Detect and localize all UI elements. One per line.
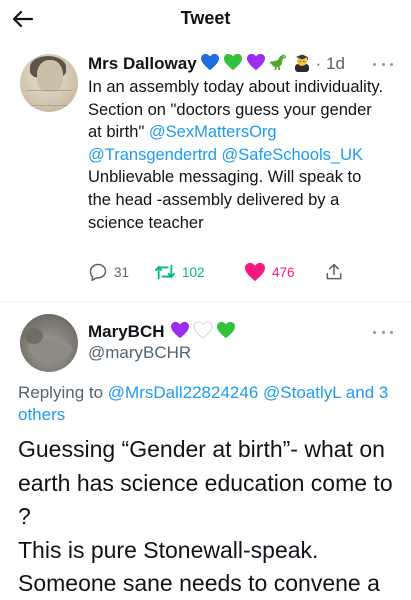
reply-author-row: MaryBCH xyxy=(88,320,236,344)
tweet-time[interactable]: · 1d xyxy=(316,54,345,74)
purple-heart-icon xyxy=(170,321,190,344)
mention-link[interactable]: @Transgendertrd xyxy=(88,146,217,164)
heart-filled-icon xyxy=(245,262,265,282)
retweet-count: 102 xyxy=(182,264,205,280)
author-handle[interactable]: @maryBCHR xyxy=(88,343,191,363)
teacher-icon xyxy=(292,52,312,77)
avatar[interactable] xyxy=(20,314,78,372)
reply-text-line: Guessing “Gender at birth”- what on eart… xyxy=(18,436,393,529)
top-bar: Tweet xyxy=(0,0,411,40)
retweet-button[interactable]: 102 xyxy=(154,262,205,282)
retweet-icon xyxy=(155,264,175,280)
author-name[interactable]: MaryBCH xyxy=(88,322,165,342)
mention-link[interactable]: @SafeSchools_UK xyxy=(222,146,364,164)
reply-count: 31 xyxy=(114,264,130,280)
share-button[interactable] xyxy=(324,262,344,282)
author-name[interactable]: Mrs Dalloway xyxy=(88,54,197,74)
reply-icon xyxy=(89,263,107,282)
share-icon xyxy=(326,263,342,280)
tweet-text: In an assembly today about individuality… xyxy=(88,78,384,232)
reply-text: Guessing “Gender at birth”- what on eart… xyxy=(18,433,403,600)
dinosaur-icon xyxy=(269,52,289,77)
mention-link[interactable]: @SexMattersOrg xyxy=(149,123,277,141)
more-options-icon[interactable] xyxy=(373,61,393,67)
white-heart-icon xyxy=(193,320,213,344)
blue-heart-icon xyxy=(200,53,220,76)
tweet-author-row: Mrs Dalloway · 1d xyxy=(88,52,345,76)
reply-text-line: This is pure Stonewall-speak. Someone sa… xyxy=(18,536,380,597)
purple-heart-icon xyxy=(246,53,266,76)
divider xyxy=(0,301,411,302)
avatar[interactable] xyxy=(20,54,78,112)
green-heart-icon xyxy=(223,53,243,76)
like-button[interactable]: 476 xyxy=(244,262,295,282)
more-options-icon[interactable] xyxy=(373,329,393,335)
replying-to: Replying to @MrsDall22824246 @StoatlyL a… xyxy=(18,383,389,424)
page-title: Tweet xyxy=(180,8,231,28)
green-heart-icon xyxy=(216,321,236,344)
reply-button[interactable]: 31 xyxy=(88,262,129,282)
tweet-actions: 31 102 476 xyxy=(88,262,388,286)
like-count: 476 xyxy=(272,264,295,280)
